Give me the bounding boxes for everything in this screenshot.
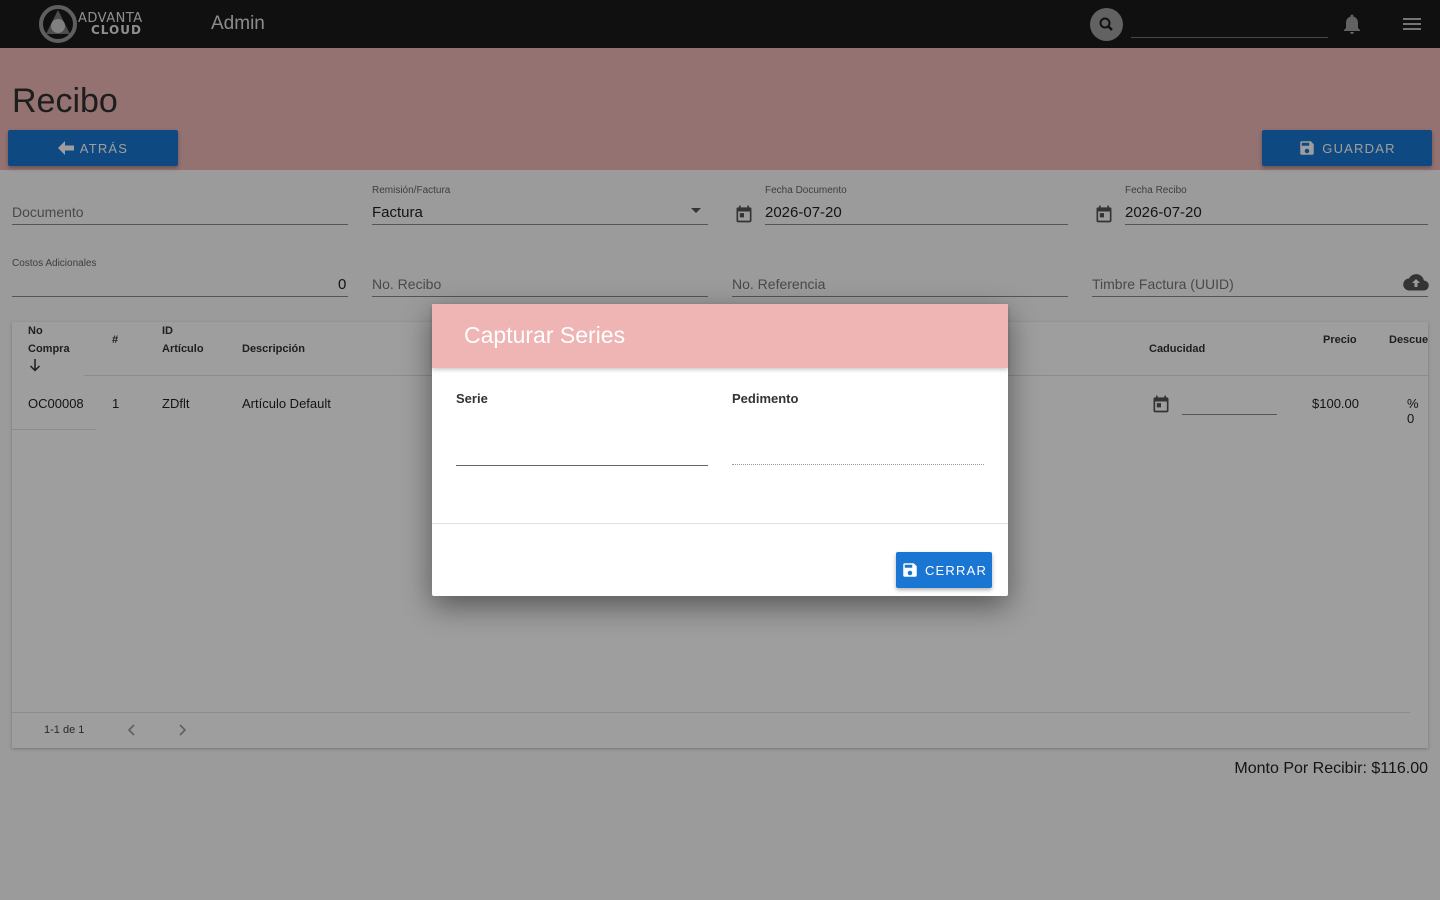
dialog-header: Capturar Series (432, 304, 1008, 368)
pedimento-label: Pedimento (732, 391, 799, 406)
dialog-divider (432, 523, 1008, 524)
serie-input[interactable] (456, 465, 708, 466)
close-button[interactable]: CERRAR (896, 552, 992, 588)
capturar-series-dialog: Capturar Series Serie Pedimento CERRAR (432, 304, 1008, 596)
serie-label: Serie (456, 391, 488, 406)
dialog-title: Capturar Series (464, 322, 626, 348)
close-button-label: CERRAR (924, 562, 988, 578)
floppy-disk-icon (903, 563, 917, 577)
pedimento-input (732, 464, 984, 465)
